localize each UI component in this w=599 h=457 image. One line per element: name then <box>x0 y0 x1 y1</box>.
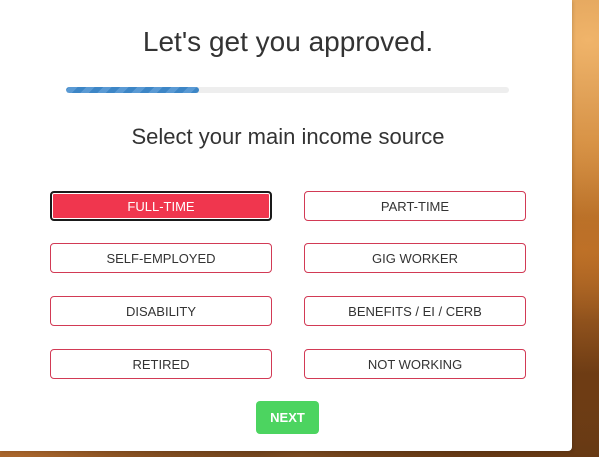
progress-bar <box>66 87 509 93</box>
option-self-employed-button[interactable]: SELF-EMPLOYED <box>50 243 272 273</box>
option-full-time-button[interactable]: FULL-TIME <box>50 191 272 221</box>
progress-bar-fill <box>66 87 199 93</box>
next-button[interactable]: NEXT <box>256 401 319 434</box>
option-retired-button[interactable]: RETIRED <box>50 349 272 379</box>
option-gig-worker-button[interactable]: GIG WORKER <box>304 243 526 273</box>
option-disability-button[interactable]: DISABILITY <box>50 296 272 326</box>
page: Let's get you approved. Select your main… <box>0 0 599 457</box>
form-card: Let's get you approved. Select your main… <box>0 0 572 451</box>
option-not-working-button[interactable]: NOT WORKING <box>304 349 526 379</box>
page-title: Let's get you approved. <box>142 26 434 57</box>
question-prompt: Select your main income source <box>131 124 445 149</box>
option-benefits-button[interactable]: BENEFITS / EI / CERB <box>304 296 526 326</box>
option-part-time-button[interactable]: PART-TIME <box>304 191 526 221</box>
